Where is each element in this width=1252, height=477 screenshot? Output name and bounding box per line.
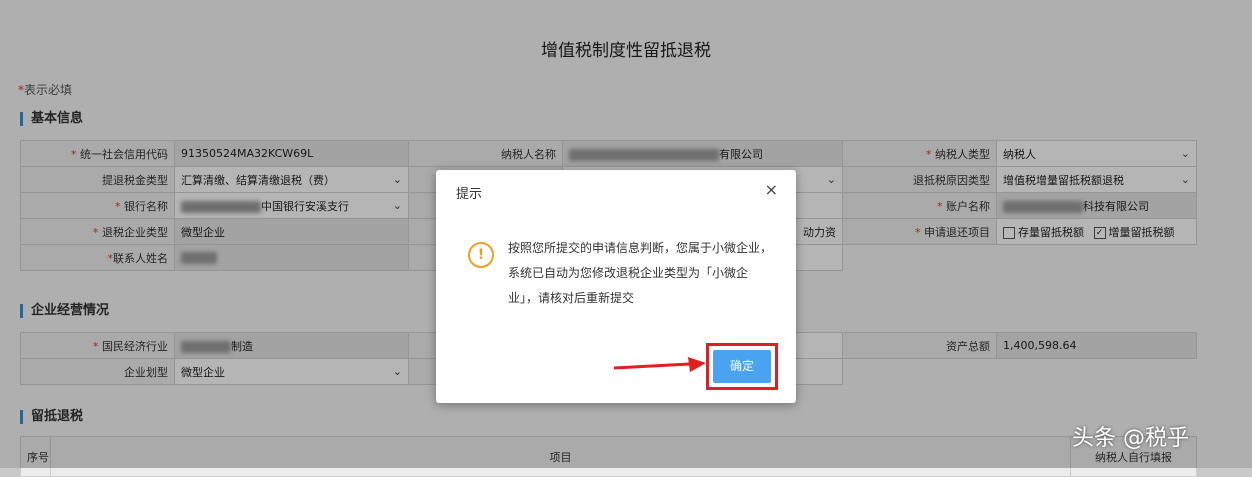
red-arrow-icon xyxy=(613,357,706,372)
dialog-title: 提示 xyxy=(456,187,483,202)
ok-button[interactable]: 确定 xyxy=(713,350,771,383)
warning-icon: ! xyxy=(468,242,494,268)
watermark: 头条 @税乎 xyxy=(1072,426,1189,451)
dialog-message: 按照您所提交的申请信息判断，您属于小微企业，系统已自动为您修改退税企业类型为「小… xyxy=(508,241,773,305)
close-icon[interactable]: × xyxy=(765,180,778,199)
